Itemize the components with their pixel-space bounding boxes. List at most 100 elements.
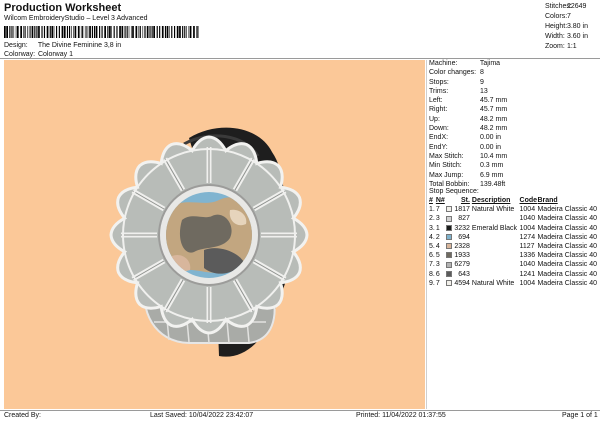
worksheet-title: Production Worksheet <box>4 2 122 14</box>
color-swatch <box>445 214 455 223</box>
detail-row: Up: 48.2 mm <box>429 115 508 123</box>
stitch-count: 827 <box>458 215 470 223</box>
thread-description <box>472 260 520 269</box>
globe-camo <box>166 197 252 274</box>
thread-code: 1127 <box>519 243 535 251</box>
row-number: 5. <box>429 243 435 251</box>
table-row: 5. 4 2328 1127 Madeira Classic 40 <box>429 242 597 251</box>
thread-brand: Madeira Classic 40 <box>537 270 597 278</box>
table-row: 6. 5 1933 1336 Madeira Classic 40 <box>429 251 597 260</box>
stitch-count: 3232 <box>454 224 470 232</box>
machine-details: Machine: Tajima Color changes: 8 Stops: … <box>429 59 599 189</box>
design-row: Design: The Divine Feminine 3,8 in <box>4 42 121 49</box>
detail-row: Color changes: 8 <box>429 69 484 77</box>
thread-description <box>472 214 520 223</box>
thread-description <box>472 270 520 279</box>
thread-swatch-icon <box>445 215 452 222</box>
detail-row: Machine: Tajima <box>429 60 501 67</box>
table-row: 4. 2 694 1274 Madeira Classic 40 <box>429 233 597 242</box>
thread-description <box>472 242 520 251</box>
detail-row: Right: 45.7 mm <box>429 106 508 114</box>
color-swatch <box>445 233 455 242</box>
thread-brand: Madeira Classic 40 <box>537 233 597 241</box>
footer-divider <box>0 410 600 411</box>
thread-brand: Madeira Classic 40 <box>537 252 597 260</box>
row-number: 8. <box>429 270 435 278</box>
thread-brand: Madeira Classic 40 <box>537 215 597 223</box>
thread-brand: Madeira Classic 40 <box>537 261 597 269</box>
table-row: 1. 7 1817 Natural White 1004 Madeira Classic … <box>429 205 597 214</box>
row-number: 6. <box>429 252 435 260</box>
detail-row: Down: 48.2 mm <box>429 125 508 133</box>
thread-swatch-icon <box>445 261 452 268</box>
thread-brand: Madeira Classic 40 <box>537 206 597 214</box>
color-swatch <box>445 205 455 214</box>
color-swatch <box>445 270 455 279</box>
row-number: 3. <box>429 224 435 232</box>
summary-row: Height: 3.80 in <box>545 23 588 30</box>
design-label: Design: <box>4 42 28 49</box>
table-row: 9. 7 4594 Natural White 1004 Madeira Classic … <box>429 279 597 288</box>
needle-number: 4 <box>435 243 440 251</box>
thread-swatch-icon <box>445 224 452 231</box>
detail-row: Left: 45.7 mm <box>429 97 508 105</box>
thread-code: 1004 <box>519 224 536 232</box>
panel-divider <box>426 60 427 409</box>
thread-code: 1336 <box>519 252 536 260</box>
thread-code: 1004 <box>519 279 536 287</box>
design-value: The Divine Feminine 3,8 in <box>37 42 122 49</box>
detail-row: EndY: 0.00 in <box>429 143 501 151</box>
color-swatch <box>445 279 455 288</box>
row-number: 9. <box>429 279 435 287</box>
printed-date: Printed: 11/04/2022 01:37:55 <box>356 412 446 419</box>
summary-row: Zoom: 1:1 <box>545 43 577 50</box>
summary-stats: Stitches: 22649 Colors: 7 Height: 3.80 i… <box>545 2 600 52</box>
needle-number: 3 <box>435 215 440 223</box>
thread-brand: Madeira Classic 40 <box>537 224 597 232</box>
thread-brand: Madeira Classic 40 <box>537 279 597 287</box>
thread-code: 1040 <box>519 215 536 223</box>
thread-description <box>472 251 520 260</box>
detail-row: Max Stitch: 10.4 mm <box>429 152 508 160</box>
table-row: 2. 3 827 1040 Madeira Classic 40 <box>429 214 597 223</box>
thread-code: 1004 <box>519 206 536 214</box>
stitch-count: 2328 <box>454 243 470 251</box>
stop-sequence-table: # N# St. Description Code Brand 1. 7 1817 N… <box>429 196 597 288</box>
thread-swatch-icon <box>445 279 452 286</box>
stitch-count: 6279 <box>454 261 470 269</box>
software-edition: Wilcom EmbroideryStudio – Level 3 Advanc… <box>4 15 148 22</box>
page-number: Page 1 of 1 <box>562 412 598 419</box>
thread-brand: Madeira Classic 40 <box>537 243 597 251</box>
thread-swatch-icon <box>445 243 452 250</box>
row-number: 1. <box>429 206 435 214</box>
stitch-count: 694 <box>458 233 470 241</box>
color-swatch <box>445 260 455 269</box>
table-row: 3. 1 3232 Emerald Black 1004 Madeira Classic … <box>429 224 597 233</box>
colorway-label: Colorway: <box>4 51 36 58</box>
thread-description: Natural White <box>471 206 515 214</box>
stitch-count: 1933 <box>454 252 470 260</box>
color-swatch <box>445 224 455 233</box>
detail-row: Trims: 13 <box>429 87 488 95</box>
row-number: 4. <box>429 233 435 241</box>
thread-swatch-icon <box>445 270 452 277</box>
row-number: 2. <box>429 215 435 223</box>
needle-number: 6 <box>435 270 440 278</box>
design-preview-canvas <box>4 60 425 409</box>
needle-number: 1 <box>435 224 440 232</box>
needle-number: 2 <box>435 233 440 241</box>
detail-row: Max Jump: 6.9 mm <box>429 171 504 179</box>
needle-number: 7 <box>435 206 440 214</box>
color-swatch <box>445 251 455 260</box>
thread-swatch-icon <box>445 252 452 259</box>
last-saved: Last Saved: 10/04/2022 23:42:07 <box>150 412 254 419</box>
table-row: 8. 6 643 1241 Madeira Classic 40 <box>429 270 597 279</box>
thread-swatch-icon <box>445 206 452 213</box>
table-row: 7. 3 6279 1040 Madeira Classic 40 <box>429 260 597 269</box>
needle-number: 5 <box>435 252 440 260</box>
thread-code: 1274 <box>519 233 536 241</box>
thread-description: Natural White <box>471 279 515 287</box>
stop-sequence-rows: 1. 7 1817 Natural White 1004 Madeira Classic … <box>429 205 597 288</box>
needle-number: 3 <box>435 261 440 269</box>
color-swatch <box>445 242 455 251</box>
